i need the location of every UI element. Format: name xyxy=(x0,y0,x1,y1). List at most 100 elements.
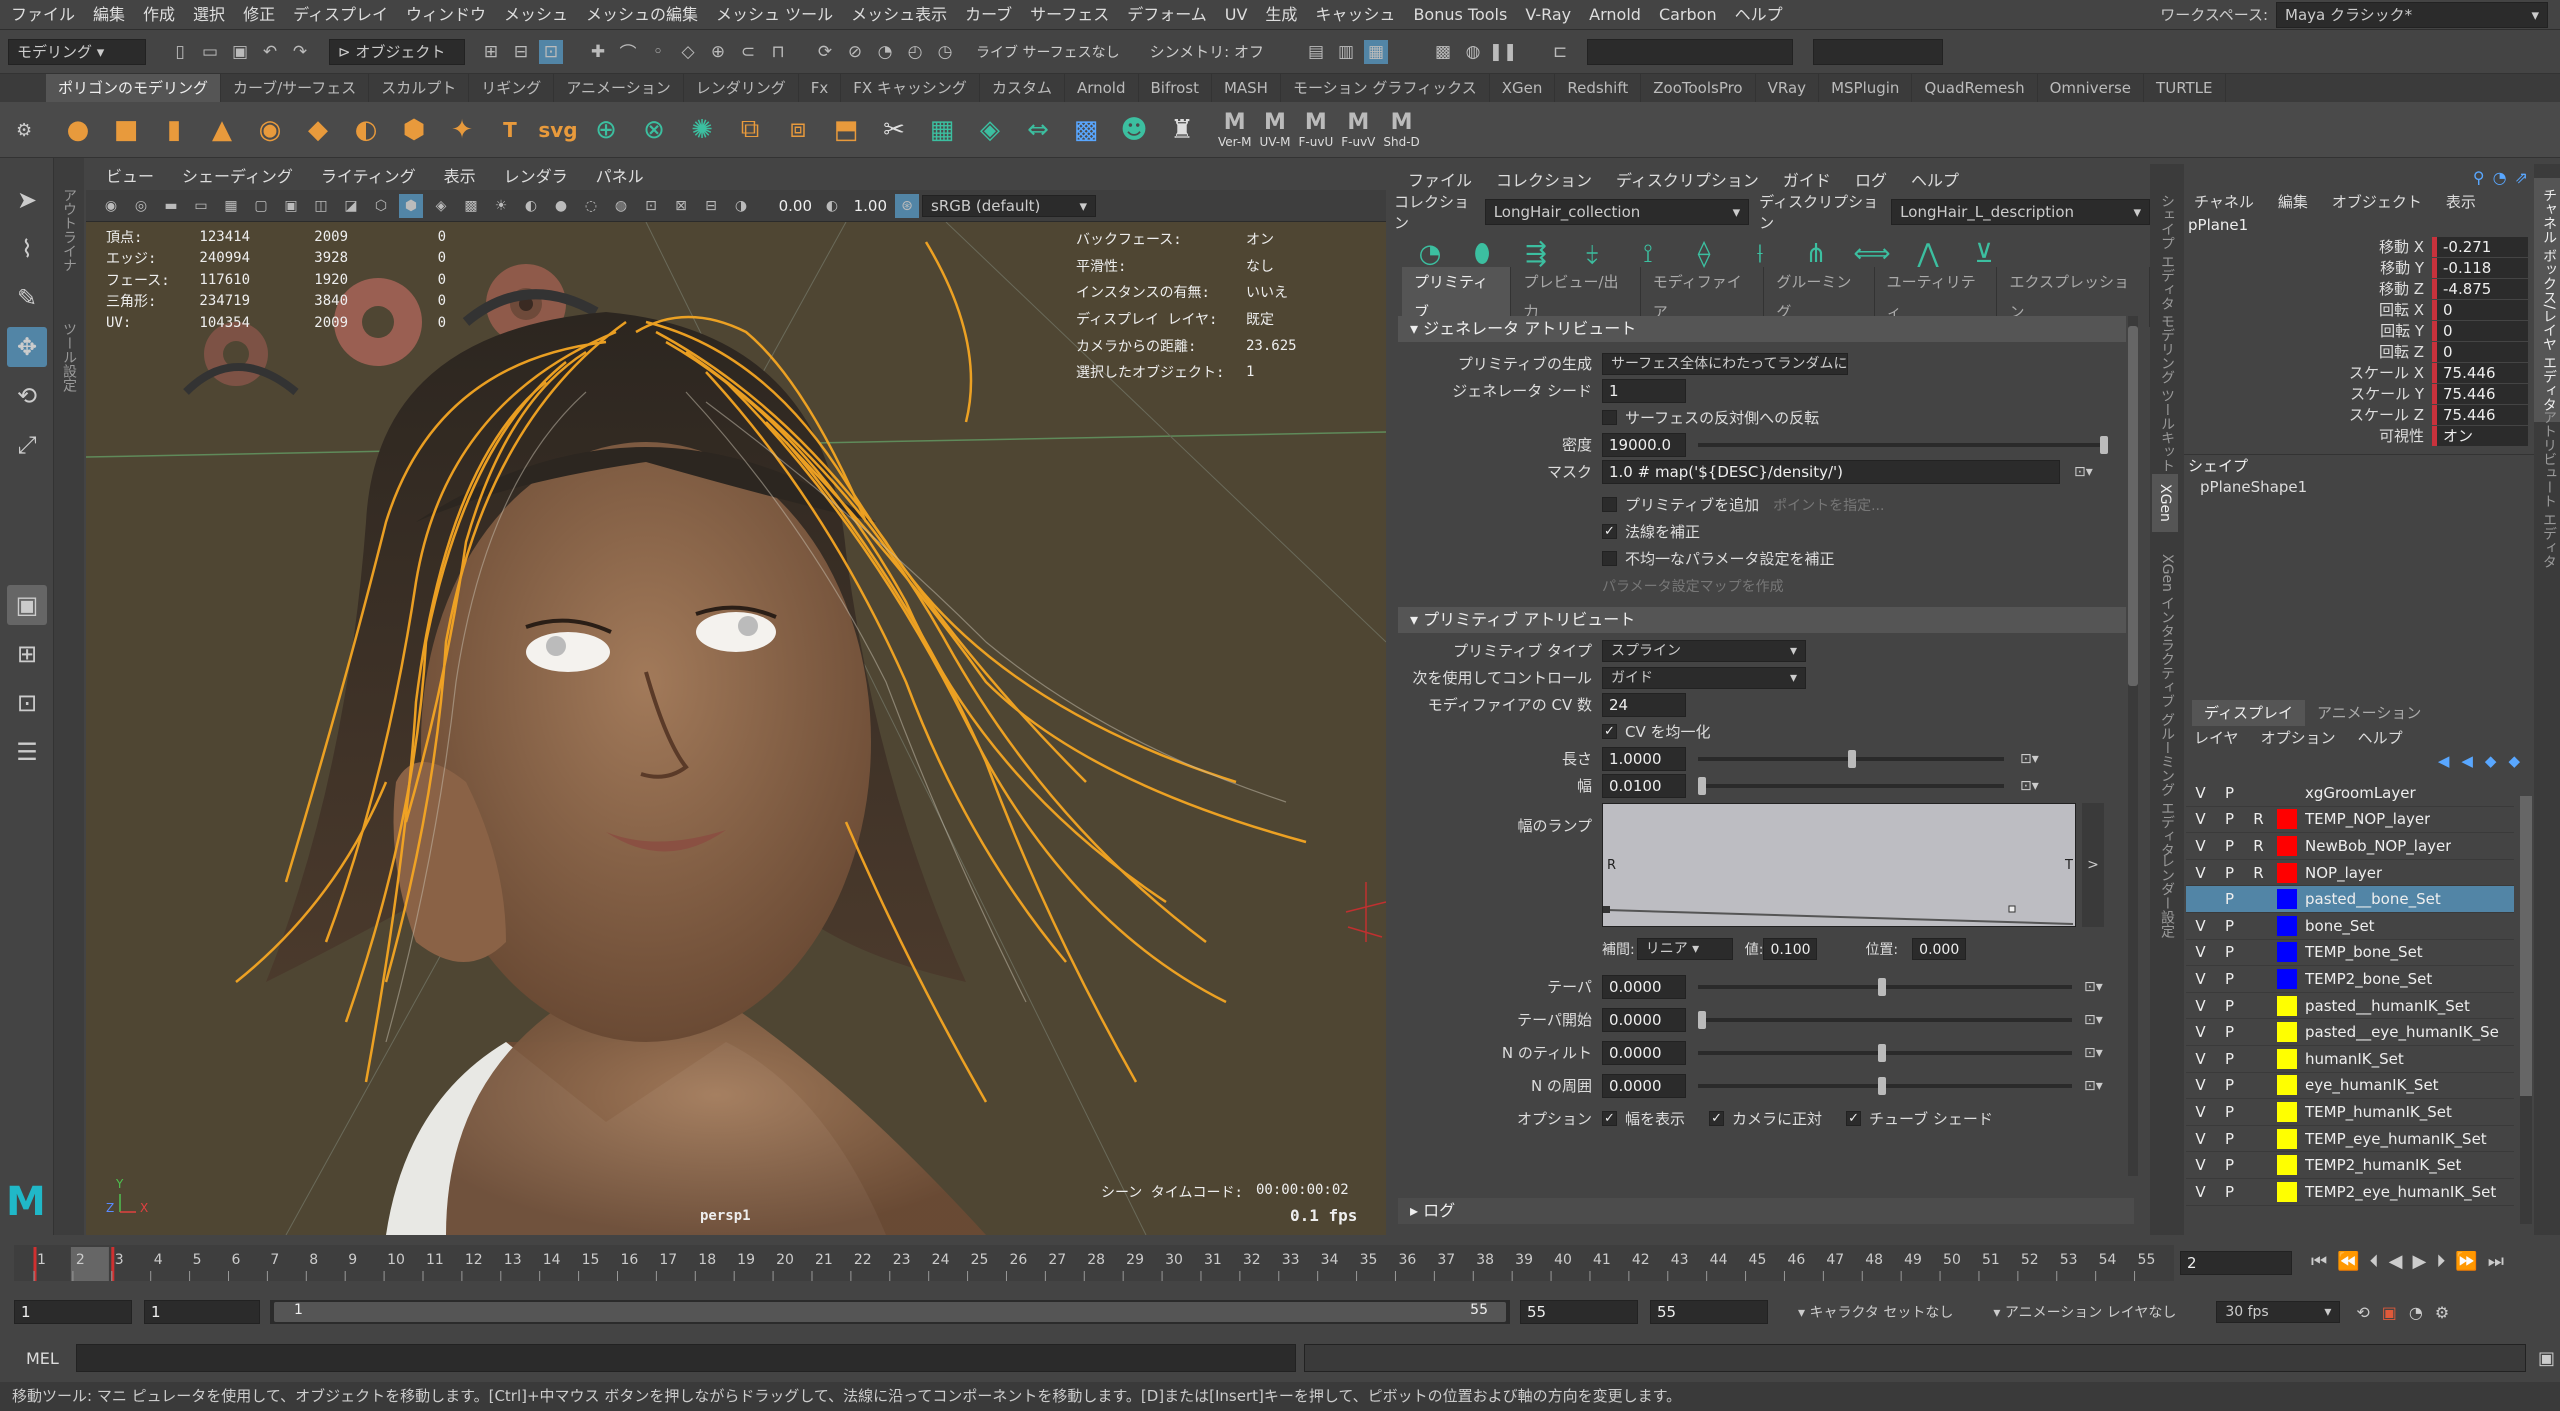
channel-row[interactable]: 回転 Y 0 xyxy=(2184,320,2534,341)
layer-visibility-toggle[interactable]: V xyxy=(2186,997,2215,1015)
shelf-tab[interactable]: カーブ/サーフェス xyxy=(221,74,370,102)
lights-icon[interactable]: ☀ xyxy=(489,194,513,218)
viewport-menu-item[interactable]: ライティング xyxy=(307,164,430,190)
move-tool-icon[interactable]: ✥ xyxy=(7,327,47,367)
attribute-icon[interactable]: ◔ xyxy=(2493,168,2507,187)
layer-color-swatch[interactable] xyxy=(2277,995,2297,1016)
primitive-section-header[interactable]: ▾ プリミティブ アトリビュート xyxy=(1398,607,2126,633)
layer-row[interactable]: V Peye_humanIK_Set xyxy=(2186,1073,2514,1100)
add-primitive-checkbox[interactable] xyxy=(1602,497,1617,512)
channel-menu-item[interactable]: 表示 xyxy=(2446,191,2476,212)
channel-object-name[interactable]: pPlane1 xyxy=(2184,212,2534,236)
layer-row[interactable]: V P R TEMP_NOP_layer xyxy=(2186,807,2514,834)
taper-expression-icon[interactable]: ⊡▾ xyxy=(2084,979,2103,995)
step-forward-icon[interactable]: ⏵ xyxy=(2436,1251,2445,1272)
separate-icon[interactable]: ⊗ xyxy=(634,110,674,150)
right-side-tab[interactable]: アトリビュート エディタ xyxy=(2534,400,2560,578)
menu-set-dropdown[interactable]: モデリング ▾ xyxy=(8,38,146,65)
time-slider[interactable]: 1 2 3 4 5 6 7 8 9 10 11 12 13 14 15 16 17 18 19 20 21 22 23 24 2… xyxy=(0,1237,2560,1289)
width-slider[interactable] xyxy=(1698,776,2004,795)
layer-color-swatch[interactable] xyxy=(2277,942,2297,963)
layer-playback-toggle[interactable]: P xyxy=(2215,1103,2244,1121)
taper-field[interactable]: 0.0000 xyxy=(1602,974,1686,999)
render-settings-icon[interactable]: ▩ xyxy=(1431,40,1455,64)
menu-item[interactable]: メッシュ表示 xyxy=(842,0,956,30)
shelf-tab[interactable]: リギング xyxy=(469,74,555,102)
exposure-icon[interactable]: ◑ xyxy=(729,194,753,218)
interp-dropdown[interactable]: リニア ▾ xyxy=(1636,937,1733,960)
extrude-icon[interactable]: ⧉ xyxy=(730,110,770,150)
channel-row[interactable]: 回転 Z 0 xyxy=(2184,341,2534,362)
grid-toggle-icon[interactable]: ▦ xyxy=(219,194,243,218)
menu-item[interactable]: メッシュ ツール xyxy=(707,0,842,30)
layer-row[interactable]: V PxgGroomLayer xyxy=(2186,780,2514,807)
taper-slider[interactable] xyxy=(1698,977,2072,996)
shadows-icon[interactable]: ◐ xyxy=(519,194,543,218)
fps-dropdown[interactable]: 30 fps ▾ xyxy=(2216,1301,2341,1323)
select-tool-icon[interactable]: ➤ xyxy=(7,180,47,220)
viewport-menu-item[interactable]: シェーディング xyxy=(168,164,307,190)
layer-row[interactable]: V P TEMP2_eye_humanIK_Set xyxy=(2186,1179,2514,1206)
shelf-text-button[interactable]: M F-uvU xyxy=(1299,110,1334,149)
face-camera-checkbox[interactable]: ✓ xyxy=(1709,1111,1725,1126)
menu-item[interactable]: サーフェス xyxy=(1021,0,1118,30)
param-map-button[interactable]: パラメータ設定マップを作成 xyxy=(1602,576,1784,596)
combine-icon[interactable]: ⊕ xyxy=(586,110,626,150)
layer-row[interactable]: V Ppasted__eye_humanIK_Se xyxy=(2186,1019,2514,1046)
cube-icon[interactable]: ■ xyxy=(106,110,146,150)
density-slider[interactable] xyxy=(1698,435,2108,454)
shelf-tab[interactable]: スカルプト xyxy=(369,74,470,102)
xgen-menu-item[interactable]: ヘルプ xyxy=(1899,164,1971,198)
render-icon[interactable]: ◴ xyxy=(903,40,927,64)
cylinder-icon[interactable]: ▮ xyxy=(154,110,194,150)
channel-row[interactable]: スケール Z 75.446 xyxy=(2184,404,2534,425)
step-back-key-icon[interactable]: ⏪ xyxy=(2337,1251,2359,1272)
gamma-value[interactable]: 1.00 xyxy=(847,197,887,215)
viewport-3d[interactable]: YZX 頂点: 123414 2009 0 エッジ: 240994 3928 0 フェース: 11… xyxy=(86,222,1386,1235)
outliner-icon[interactable]: ☰ xyxy=(7,732,47,772)
width-ramp-graph[interactable]: R T xyxy=(1602,803,2076,927)
shelf-tab[interactable]: MASH xyxy=(1212,74,1281,102)
param-checkbox[interactable] xyxy=(1602,551,1617,566)
cv-even-checkbox[interactable]: ✓ xyxy=(1602,724,1617,739)
normal-checkbox[interactable]: ✓ xyxy=(1602,524,1617,539)
length-field[interactable]: 1.0000 xyxy=(1602,746,1686,771)
layer-display-type-toggle[interactable]: R xyxy=(2244,810,2273,828)
shelf-text-button[interactable]: M UV-M xyxy=(1260,110,1291,149)
layer-row[interactable]: V P R NOP_layer xyxy=(2186,860,2514,887)
shelf-gear-icon[interactable]: ⚙ xyxy=(16,120,32,141)
primitive-type-dropdown[interactable]: スプライン ▾ xyxy=(1602,639,1806,662)
go-to-end-icon[interactable]: ⏭ xyxy=(2488,1251,2504,1272)
resolution-gate-icon[interactable]: ▣ xyxy=(279,194,303,218)
symmetry-label[interactable]: シンメトリ: オフ xyxy=(1150,41,1264,62)
editor-side-tab[interactable]: モデリング ツールキット xyxy=(2152,304,2182,482)
type-icon[interactable]: T xyxy=(490,110,530,150)
layer-row[interactable]: V P TEMP2_humanIK_Set xyxy=(2186,1152,2514,1179)
menu-item[interactable]: Bonus Tools xyxy=(1404,0,1516,30)
shelf-tab[interactable]: アニメーション xyxy=(554,74,684,102)
camera-attr-icon[interactable]: ◎ xyxy=(129,194,153,218)
ntilt-slider-handle[interactable] xyxy=(1878,1043,1886,1062)
layer-color-swatch[interactable] xyxy=(2277,782,2297,803)
menu-item[interactable]: V-Ray xyxy=(1516,0,1580,30)
width-expression-icon[interactable]: ⊡▾ xyxy=(2020,778,2039,794)
channel-row[interactable]: 移動 Y -0.118 xyxy=(2184,257,2534,278)
viewport-menu-item[interactable]: 表示 xyxy=(430,164,490,190)
layer-playback-toggle[interactable]: P xyxy=(2215,1023,2244,1041)
channel-menu-item[interactable]: オブジェクト xyxy=(2332,191,2422,212)
layer-row[interactable]: V PhumanIK_Set xyxy=(2186,1046,2514,1073)
xgen-scrollbar[interactable] xyxy=(2128,316,2138,1176)
channel-row[interactable]: 移動 X -0.271 xyxy=(2184,236,2534,257)
layer-row[interactable]: V P TEMP_humanIK_Set xyxy=(2186,1099,2514,1126)
ntwist-slider[interactable] xyxy=(1698,1076,2072,1095)
history-icon[interactable]: ⟳ xyxy=(813,40,837,64)
single-perspective-icon[interactable]: ▣ xyxy=(7,585,47,625)
four-view-icon[interactable]: ⊞ xyxy=(7,634,47,674)
layer-color-swatch[interactable] xyxy=(2277,862,2297,883)
ntilt-expression-icon[interactable]: ⊡▾ xyxy=(2084,1045,2103,1061)
width-field[interactable]: 0.0100 xyxy=(1602,773,1686,798)
shelf-tab[interactable]: FX キャッシング xyxy=(841,74,980,102)
channel-value[interactable]: -0.271 xyxy=(2432,236,2528,257)
smooth-shade-icon[interactable]: ⬢ xyxy=(399,193,423,218)
layer-playback-toggle[interactable]: P xyxy=(2215,810,2244,828)
